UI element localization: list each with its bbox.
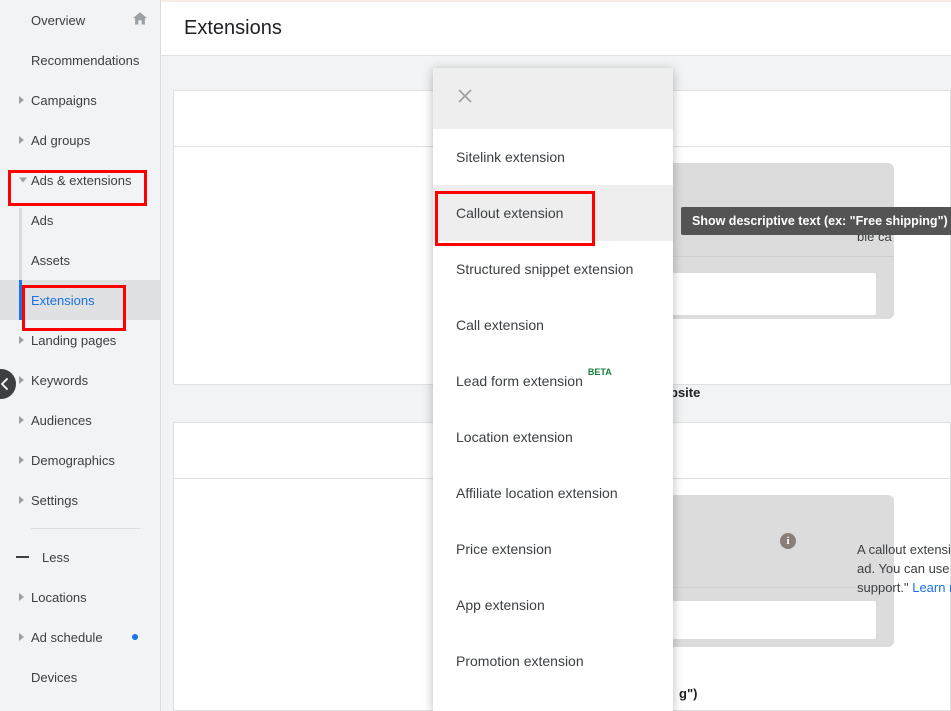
chevron-down-icon — [19, 177, 27, 183]
dropdown-item-label: App extension — [456, 597, 545, 613]
sidebar-item-settings[interactable]: Settings — [0, 480, 160, 520]
dropdown-item-structured-snippet-extension[interactable]: Structured snippet extension — [433, 241, 673, 297]
chevron-right-icon — [19, 96, 24, 104]
callout-hint-text: g") — [679, 686, 698, 701]
callout-description-line-1: A callout extension — [857, 542, 951, 557]
dropdown-item-callout-extension[interactable]: Callout extension — [433, 185, 673, 241]
dropdown-header — [433, 68, 673, 129]
page-title: Extensions — [184, 17, 282, 39]
dropdown-item-label: Location extension — [456, 429, 573, 445]
sidebar-item-assets[interactable]: Assets — [0, 240, 160, 280]
sidebar-item-label: Campaigns — [31, 92, 97, 108]
extension-type-dropdown: Sitelink extension Callout extension Str… — [433, 68, 673, 711]
sidebar-item-label: Ad schedule — [31, 629, 103, 645]
dropdown-item-sitelink-extension[interactable]: Sitelink extension — [433, 129, 673, 185]
app-root: i A sitelink extension ble ca bsite bsit… — [0, 0, 951, 711]
dropdown-item-label: Promotion extension — [456, 653, 584, 669]
sidebar-item-recommendations[interactable]: Recommendations — [0, 40, 160, 80]
sidebar-item-overview[interactable]: Overview — [0, 0, 160, 40]
chevron-right-icon — [19, 136, 24, 144]
sidebar-item-landing-pages[interactable]: Landing pages — [0, 320, 160, 360]
chevron-right-icon — [19, 496, 24, 504]
callout-info-icon[interactable]: i — [780, 533, 796, 549]
sidebar-item-label: Ads — [31, 212, 54, 228]
sidebar-divider — [31, 528, 140, 529]
sidebar-item-label: Landing pages — [31, 332, 117, 348]
callout-description-line-3: support." Learn mo — [857, 578, 951, 597]
dropdown-item-label: Callout extension — [456, 205, 564, 221]
sitelink-website-text: bsite — [670, 385, 701, 400]
sidebar-item-label: Locations — [31, 589, 87, 605]
callout-description-tail: support." — [857, 580, 909, 595]
dropdown-item-label: Affiliate location extension — [456, 485, 618, 501]
sidebar-item-label: Less — [42, 549, 70, 565]
dropdown-item-price-extension[interactable]: Price extension — [433, 521, 673, 577]
chevron-right-icon — [19, 633, 24, 641]
sidebar-item-locations[interactable]: Locations — [0, 577, 160, 617]
dropdown-item-promotion-extension[interactable]: Promotion extension — [433, 633, 673, 689]
sidebar-item-extensions[interactable]: Extensions — [0, 280, 160, 320]
sidebar-item-audiences[interactable]: Audiences — [0, 400, 160, 440]
sidebar-item-less[interactable]: Less — [0, 537, 160, 577]
dropdown-item-location-extension[interactable]: Location extension — [433, 409, 673, 465]
notification-dot-icon — [132, 634, 138, 640]
sidebar-item-label: Keywords — [31, 372, 89, 388]
chevron-right-icon — [19, 376, 24, 384]
sidebar-item-label: Settings — [31, 492, 78, 508]
sidebar-item-campaigns[interactable]: Campaigns — [0, 80, 160, 120]
sidebar-item-ad-schedule[interactable]: Ad schedule — [0, 617, 160, 657]
learn-more-link[interactable]: Learn mo — [912, 580, 951, 595]
sidebar-item-label: Ads & extensions — [31, 172, 132, 188]
sidebar-item-label: Recommendations — [31, 52, 140, 68]
chevron-right-icon — [19, 336, 24, 344]
sidebar-item-label: Audiences — [31, 412, 92, 428]
dropdown-item-app-extension[interactable]: App extension — [433, 577, 673, 633]
sidebar-item-ads-and-extensions[interactable]: Ads & extensions — [0, 160, 160, 200]
chevron-left-icon — [0, 378, 8, 390]
sidebar-item-label: Assets — [31, 252, 71, 268]
dropdown-item-label: Price extension — [456, 541, 552, 557]
sidebar-item-ads[interactable]: Ads — [0, 200, 160, 240]
sidebar-item-label: Extensions — [31, 292, 95, 308]
beta-badge: BETA — [587, 367, 612, 377]
sidebar-item-ad-groups[interactable]: Ad groups — [0, 120, 160, 160]
home-icon[interactable] — [132, 11, 148, 30]
chevron-right-icon — [19, 416, 24, 424]
dropdown-item-label: Sitelink extension — [456, 149, 565, 165]
minus-icon — [16, 556, 29, 558]
dropdown-item-label: Lead form extension — [456, 373, 583, 389]
sidebar-item-label: Demographics — [31, 452, 115, 468]
chevron-right-icon — [19, 593, 24, 601]
page-header: Extensions — [161, 2, 951, 56]
tooltip: Show descriptive text (ex: "Free shippin… — [681, 207, 951, 235]
callout-description-line-2: ad. You can use th — [857, 561, 951, 576]
sidebar-item-demographics[interactable]: Demographics — [0, 440, 160, 480]
sidebar-item-label: Ad groups — [31, 132, 91, 148]
sidebar-item-devices[interactable]: Devices — [0, 657, 160, 697]
dropdown-item-affiliate-location-extension[interactable]: Affiliate location extension — [433, 465, 673, 521]
left-sidebar: Overview Recommendations Campaigns Ad gr… — [0, 0, 161, 711]
sidebar-item-keywords[interactable]: Keywords — [0, 360, 160, 400]
sidebar-item-label: Overview — [31, 12, 86, 28]
close-icon[interactable] — [455, 86, 475, 111]
dropdown-item-call-extension[interactable]: Call extension — [433, 297, 673, 353]
sidebar-item-label: Devices — [31, 669, 78, 685]
dropdown-item-lead-form-extension[interactable]: Lead form extension BETA — [433, 353, 673, 409]
chevron-right-icon — [19, 456, 24, 464]
dropdown-item-label: Structured snippet extension — [456, 261, 634, 277]
dropdown-item-label: Call extension — [456, 317, 544, 333]
